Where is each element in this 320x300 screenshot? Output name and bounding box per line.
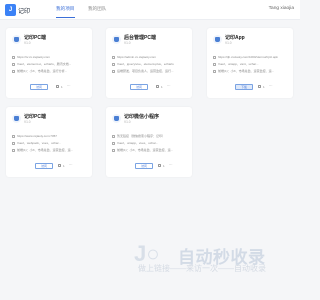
visit-button[interactable]: 访问: [135, 163, 153, 169]
copy-icon[interactable]: [258, 85, 261, 89]
project-link: 暂无链接（微信搜索小程序：记印）: [112, 134, 182, 138]
watermark-subtitle: 做上链接——来访一次——自动收录: [138, 264, 266, 273]
project-link[interactable]: https://www.xxjiaoty.com:7057: [12, 134, 82, 138]
code-icon: [12, 141, 15, 145]
project-icon: [112, 35, 121, 44]
project-card[interactable]: 记印App V1.0 https://tjb.xxxiaoty.com/1000…: [207, 28, 293, 98]
project-card[interactable]: 记印微信小程序 V1.0 暂无链接（微信搜索小程序：记印） Vue2、uniap…: [106, 107, 192, 177]
copy-count: 1: [163, 164, 165, 168]
copy-icon[interactable]: [56, 85, 59, 89]
project-title: 后台管理PC端: [124, 35, 156, 41]
more-icon[interactable]: ⋯: [169, 163, 172, 167]
user-name[interactable]: Tang xiaojia: [269, 6, 294, 11]
download-button[interactable]: 下载: [235, 84, 253, 90]
copy-count: 1: [63, 164, 65, 168]
tab-my-team[interactable]: 我的团队: [88, 6, 106, 12]
project-icon: [12, 35, 21, 44]
project-tech-stack: Vue2、jquery/vue、element-plus、echarts: [112, 62, 182, 66]
project-icon: [213, 35, 222, 44]
project-members: 前端(1)：小X、市场总监、运营监控、运...: [213, 69, 283, 73]
project-icon: [12, 114, 21, 123]
project-version: V1.0: [124, 41, 131, 45]
link-icon: [213, 55, 216, 59]
project-link[interactable]: https://admin.xx.xiejiaoty.com: [112, 55, 182, 59]
project-card[interactable]: 后台管理PC端 V1.0 https://admin.xx.xiejiaoty.…: [106, 28, 192, 98]
more-icon[interactable]: ⋯: [167, 84, 170, 88]
visit-button[interactable]: 访问: [35, 163, 53, 169]
project-version: V1.0: [225, 41, 232, 45]
project-card[interactable]: 记印PC端 V1.0 https://tv.xx.xiejiaoty.com V…: [6, 28, 92, 98]
project-members: 前端(1)：小X、市场总监、运营监控、运...: [112, 148, 182, 152]
project-card[interactable]: 记印PC端 V1.0 https://www.xxjiaoty.com:7057…: [6, 107, 92, 177]
project-title: 记印PC端: [24, 114, 46, 120]
project-link[interactable]: https://tv.xx.xiejiaoty.com: [12, 55, 82, 59]
project-link[interactable]: https://tjb.xxxiaoty.com/1000/xlermurbjr…: [213, 55, 283, 59]
code-icon: [213, 62, 216, 66]
tab-my-projects[interactable]: 我的项目: [56, 6, 74, 12]
copy-count: 1: [61, 85, 63, 89]
project-version: V1.0: [24, 41, 31, 45]
project-members: 前端(1)：小X、市场总监、运营监控、运...: [12, 148, 82, 152]
users-icon: [112, 148, 115, 152]
copy-icon[interactable]: [156, 85, 159, 89]
project-tech-stack: Vue2、webpack、vuex、uchar...: [12, 141, 82, 145]
users-icon: [112, 69, 115, 73]
copy-count: 1: [161, 85, 163, 89]
code-icon: [112, 141, 115, 145]
more-icon[interactable]: ⋯: [67, 84, 70, 88]
project-version: V1.0: [24, 120, 31, 124]
copy-count: 1: [263, 85, 265, 89]
project-members: 前端(1)：小X、市场总监、运行分析...: [12, 69, 82, 73]
code-icon: [112, 62, 115, 66]
project-title: 记印PC端: [24, 35, 46, 41]
project-tech-stack: Vue2、uniapp、vuex、uchar...: [112, 141, 182, 145]
project-tech-stack: Vue2、uniapp、vant、uchar...: [213, 62, 283, 66]
users-icon: [12, 69, 15, 73]
copy-icon[interactable]: [158, 164, 161, 168]
project-title: 记印微信小程序: [124, 114, 160, 120]
users-icon: [12, 148, 15, 152]
project-members: 后端研发、项目负责人、运营监控、运行...: [112, 69, 182, 73]
link-icon: [112, 134, 115, 138]
top-navigation-bar: J 记印 我的项目 我的团队 Tang xiaojia: [0, 0, 300, 20]
more-icon[interactable]: ⋯: [269, 84, 272, 88]
link-icon: [12, 55, 15, 59]
users-icon: [213, 69, 216, 73]
copy-icon[interactable]: [58, 164, 61, 168]
site-name[interactable]: 记印: [18, 6, 30, 15]
site-logo-icon[interactable]: J: [5, 4, 16, 16]
project-title: 记印App: [225, 35, 245, 41]
project-icon: [112, 114, 121, 123]
watermark-logo-icon: J○: [134, 241, 160, 266]
project-version: V1.0: [124, 120, 131, 124]
code-icon: [12, 62, 15, 66]
visit-button[interactable]: 访问: [30, 84, 48, 90]
project-tech-stack: Vue2、element-ui、echarts、腾讯文档...: [12, 62, 82, 66]
link-icon: [112, 55, 115, 59]
more-icon[interactable]: ⋯: [69, 163, 72, 167]
link-icon: [12, 134, 15, 138]
active-tab-indicator: [56, 17, 75, 18]
visit-button[interactable]: 访问: [130, 84, 148, 90]
